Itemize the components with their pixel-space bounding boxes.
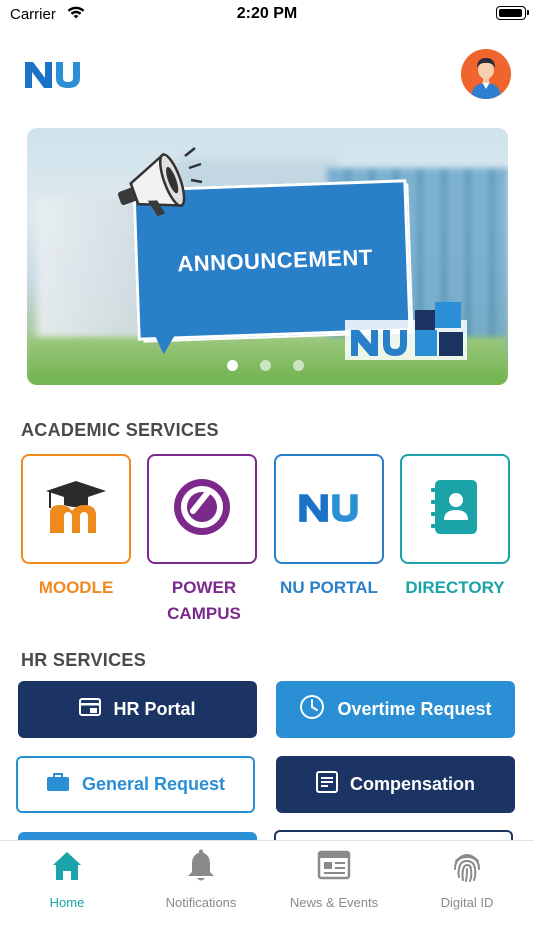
moodle-tile[interactable]: [21, 454, 131, 564]
nav-notifications[interactable]: Notifications: [134, 841, 268, 921]
newspaper-icon: [267, 849, 401, 885]
card-icon: [79, 698, 102, 721]
carousel-dot[interactable]: [293, 360, 304, 371]
nav-news-events[interactable]: News & Events: [267, 841, 401, 921]
general-request-label: General Request: [81, 774, 226, 794]
power-campus-label: POWER CAMPUS: [167, 578, 241, 623]
bell-icon: [134, 849, 268, 885]
avatar[interactable]: [461, 49, 511, 99]
nav-notifications-label: Notifications: [165, 895, 237, 910]
nu-portal-label: NU PORTAL: [280, 578, 378, 597]
nav-news-events-label: News & Events: [289, 895, 379, 910]
carousel-dot[interactable]: [260, 360, 271, 371]
megaphone-icon: [103, 146, 203, 231]
compensation-label: Compensation: [349, 774, 475, 794]
nu-logo: [23, 58, 83, 95]
announcement-banner[interactable]: ANNOUNCEMENT: [27, 128, 508, 385]
hr-portal-button[interactable]: HR Portal: [18, 681, 257, 738]
power-campus-icon: [172, 477, 232, 542]
battery-icon: [496, 6, 529, 20]
status-bar: Carrier 2:20 PM: [0, 0, 534, 30]
general-request-button[interactable]: General Request: [16, 756, 255, 813]
moodle-icon: [40, 479, 112, 540]
compensation-button[interactable]: Compensation: [276, 756, 515, 813]
nav-digital-id[interactable]: Digital ID: [400, 841, 534, 921]
home-icon: [0, 849, 134, 885]
directory-label: DIRECTORY: [405, 578, 505, 597]
overtime-request-button[interactable]: Overtime Request: [276, 681, 515, 738]
nav-home-label: Home: [49, 895, 85, 910]
hr-services-title: HR SERVICES: [21, 650, 147, 670]
nu-portal-tile[interactable]: [274, 454, 384, 564]
academic-services-title: ACADEMIC SERVICES: [21, 420, 219, 440]
fingerprint-icon: [400, 849, 534, 885]
nav-home[interactable]: Home: [0, 841, 134, 921]
directory-tile[interactable]: [400, 454, 510, 564]
document-icon: [315, 771, 338, 798]
nu-mark-graphic: [345, 300, 467, 365]
nu-portal-icon: [297, 490, 361, 529]
clock: 2:20 PM: [236, 5, 298, 22]
carousel-dots[interactable]: [227, 360, 307, 372]
moodle-label: MOODLE: [38, 578, 114, 597]
bottom-nav: Home Notifications News & Events Digital…: [0, 840, 534, 950]
nav-digital-id-label: Digital ID: [440, 895, 494, 910]
overtime-request-label: Overtime Request: [337, 699, 492, 719]
clock-icon: [299, 694, 325, 725]
speech-bubble-tail: [150, 322, 186, 356]
hr-portal-label: HR Portal: [113, 699, 196, 719]
carousel-dot[interactable]: [227, 360, 238, 371]
contact-book-icon: [431, 478, 479, 541]
briefcase-icon: [46, 772, 70, 797]
power-campus-tile[interactable]: [147, 454, 257, 564]
